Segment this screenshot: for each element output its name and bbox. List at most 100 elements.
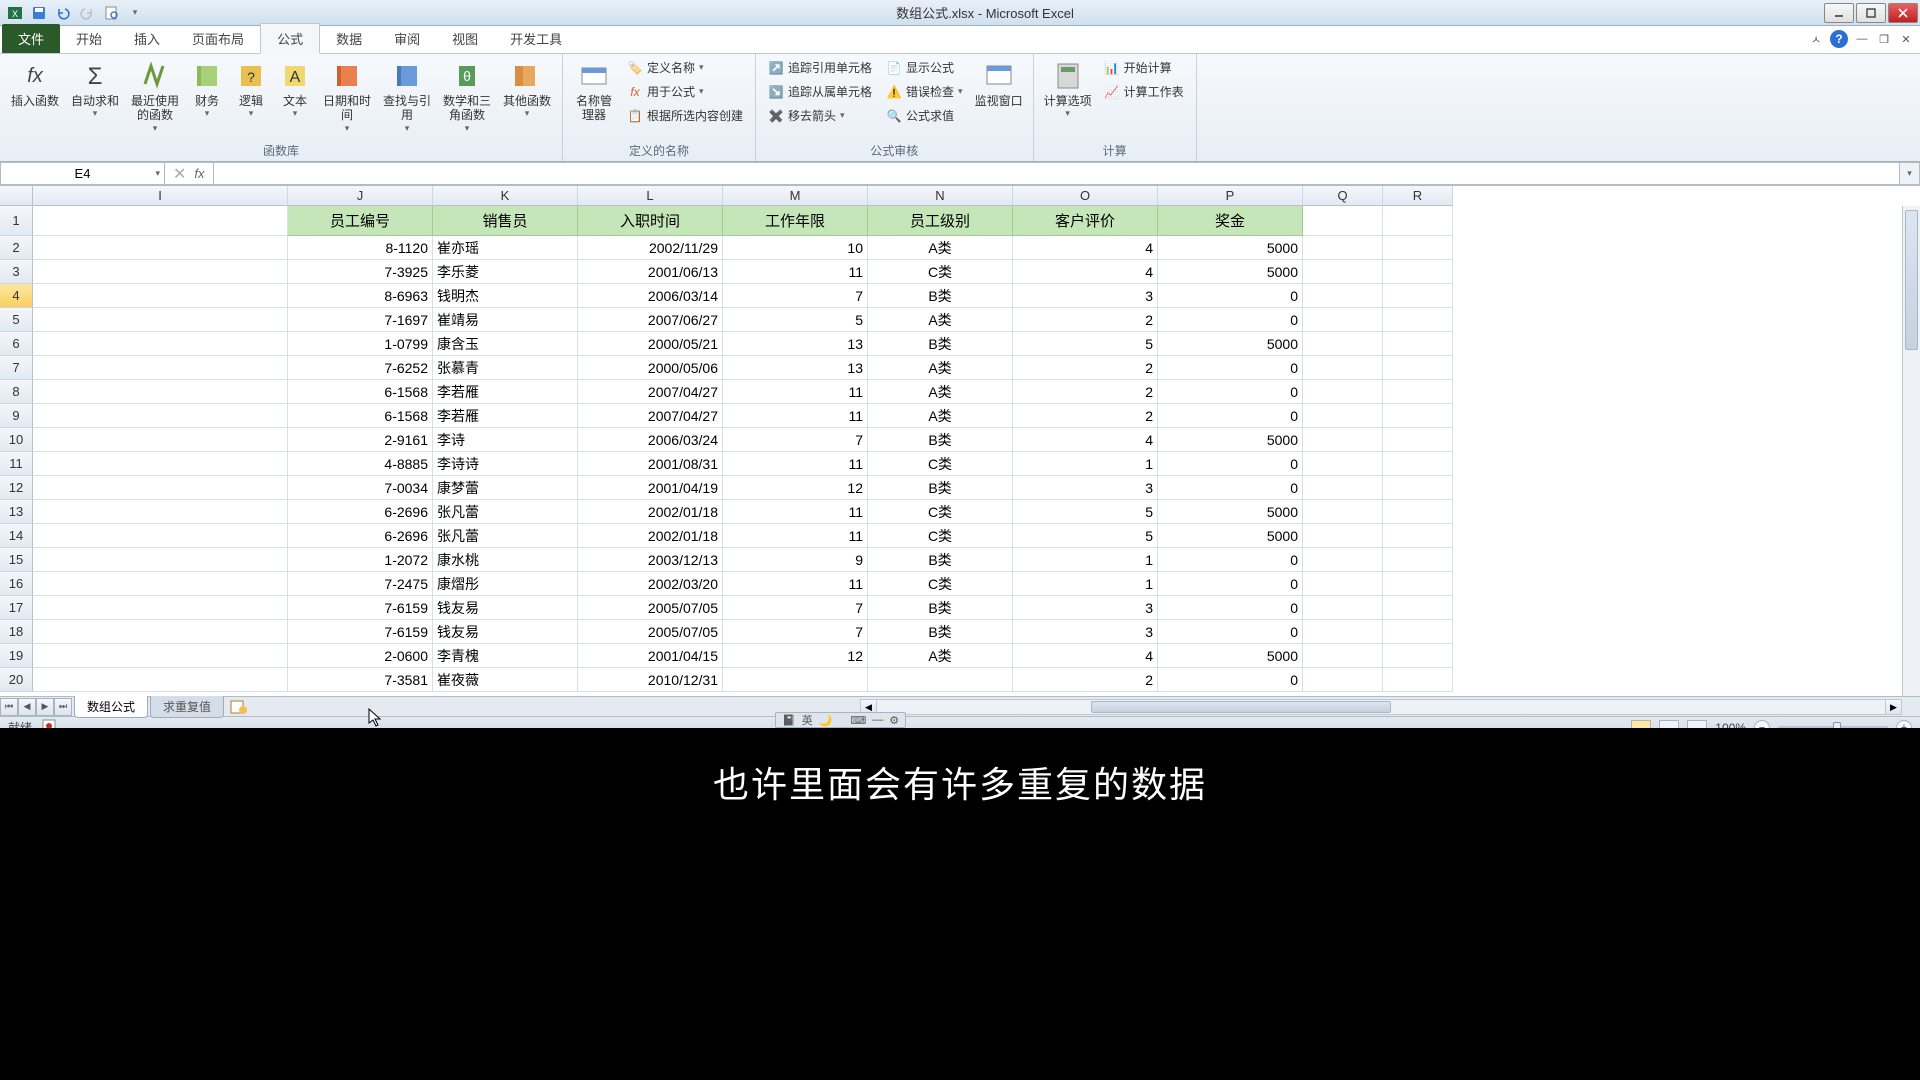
col-header[interactable]: O bbox=[1013, 186, 1158, 206]
cell[interactable]: 崔靖易 bbox=[433, 308, 578, 332]
cell[interactable]: 0 bbox=[1158, 596, 1303, 620]
cell[interactable] bbox=[1303, 548, 1383, 572]
sheet-nav-last-icon[interactable]: ⏭ bbox=[54, 698, 72, 716]
row-header[interactable]: 5 bbox=[0, 308, 33, 332]
cell[interactable]: 0 bbox=[1158, 452, 1303, 476]
watch-window-button[interactable]: 监视窗口 bbox=[971, 56, 1027, 112]
cell[interactable]: 6-1568 bbox=[288, 380, 433, 404]
row-header[interactable]: 2 bbox=[0, 236, 33, 260]
cell[interactable]: C类 bbox=[868, 500, 1013, 524]
cell[interactable]: 7-2475 bbox=[288, 572, 433, 596]
cell[interactable]: 2007/06/27 bbox=[578, 308, 723, 332]
cell[interactable]: B类 bbox=[868, 620, 1013, 644]
cell[interactable]: 0 bbox=[1158, 548, 1303, 572]
cell[interactable]: 2003/12/13 bbox=[578, 548, 723, 572]
cell[interactable] bbox=[1383, 332, 1453, 356]
cell[interactable]: C类 bbox=[868, 572, 1013, 596]
minimize-button[interactable] bbox=[1824, 3, 1854, 23]
cell[interactable]: B类 bbox=[868, 596, 1013, 620]
select-all-corner[interactable] bbox=[0, 186, 33, 206]
row-header[interactable]: 6 bbox=[0, 332, 33, 356]
cell[interactable]: 5000 bbox=[1158, 260, 1303, 284]
tab-file[interactable]: 文件 bbox=[2, 24, 60, 53]
cell[interactable]: A类 bbox=[868, 236, 1013, 260]
cell[interactable]: 李诗诗 bbox=[433, 452, 578, 476]
print-preview-icon[interactable] bbox=[100, 2, 122, 24]
cell[interactable]: 0 bbox=[1158, 668, 1303, 692]
cell[interactable]: 4-8885 bbox=[288, 452, 433, 476]
cell[interactable] bbox=[33, 500, 288, 524]
cell[interactable] bbox=[33, 236, 288, 260]
cell[interactable]: 钱明杰 bbox=[433, 284, 578, 308]
cell[interactable]: 张慕青 bbox=[433, 356, 578, 380]
calculate-now-button[interactable]: 📊开始计算 bbox=[1098, 56, 1190, 79]
cell[interactable] bbox=[33, 620, 288, 644]
cell[interactable]: 7-6252 bbox=[288, 356, 433, 380]
cell[interactable] bbox=[1303, 476, 1383, 500]
cell[interactable]: 2000/05/06 bbox=[578, 356, 723, 380]
table-header[interactable]: 销售员 bbox=[433, 206, 578, 236]
cell[interactable] bbox=[1383, 236, 1453, 260]
cell[interactable]: 9 bbox=[723, 548, 868, 572]
cell[interactable]: 13 bbox=[723, 356, 868, 380]
cell[interactable]: 0 bbox=[1158, 476, 1303, 500]
cell[interactable] bbox=[1383, 548, 1453, 572]
cell[interactable]: 7-1697 bbox=[288, 308, 433, 332]
trace-dependents-button[interactable]: ↘️追踪从属单元格 bbox=[762, 80, 878, 103]
cell[interactable]: A类 bbox=[868, 404, 1013, 428]
row-header[interactable]: 14 bbox=[0, 524, 33, 548]
cell[interactable]: 1 bbox=[1013, 548, 1158, 572]
cell[interactable] bbox=[1383, 404, 1453, 428]
recent-functions-button[interactable]: 最近使用的函数▾ bbox=[126, 56, 184, 138]
row-header[interactable]: 12 bbox=[0, 476, 33, 500]
cell[interactable] bbox=[33, 428, 288, 452]
cell[interactable] bbox=[33, 308, 288, 332]
cell[interactable] bbox=[33, 452, 288, 476]
table-header[interactable]: 员工级别 bbox=[868, 206, 1013, 236]
cell[interactable] bbox=[868, 668, 1013, 692]
row-header[interactable]: 8 bbox=[0, 380, 33, 404]
cell[interactable]: 崔夜薇 bbox=[433, 668, 578, 692]
sheet-nav-prev-icon[interactable]: ◀ bbox=[18, 698, 36, 716]
cell[interactable]: 2 bbox=[1013, 308, 1158, 332]
cell[interactable]: 11 bbox=[723, 572, 868, 596]
cell[interactable]: 2-9161 bbox=[288, 428, 433, 452]
table-header[interactable]: 客户评价 bbox=[1013, 206, 1158, 236]
cell[interactable]: 2 bbox=[1013, 380, 1158, 404]
maximize-button[interactable] bbox=[1856, 3, 1886, 23]
table-header[interactable]: 工作年限 bbox=[723, 206, 868, 236]
cell[interactable]: 2001/04/19 bbox=[578, 476, 723, 500]
cell[interactable]: 3 bbox=[1013, 596, 1158, 620]
cell[interactable] bbox=[1303, 380, 1383, 404]
row-header[interactable]: 7 bbox=[0, 356, 33, 380]
cell[interactable]: 0 bbox=[1158, 284, 1303, 308]
workbook-close-icon[interactable]: ✕ bbox=[1898, 31, 1914, 47]
cell[interactable]: 5000 bbox=[1158, 524, 1303, 548]
more-functions-button[interactable]: 其他函数▾ bbox=[498, 56, 556, 123]
scrollbar-thumb[interactable] bbox=[1091, 701, 1391, 713]
cell[interactable]: 12 bbox=[723, 644, 868, 668]
cell[interactable]: 11 bbox=[723, 452, 868, 476]
lookup-button[interactable]: 查找与引用▾ bbox=[378, 56, 436, 138]
logical-button[interactable]: ?逻辑▾ bbox=[230, 56, 272, 123]
name-manager-button[interactable]: 名称管理器 bbox=[569, 56, 619, 127]
hscroll-right-icon[interactable]: ▶ bbox=[1885, 700, 1901, 714]
table-header[interactable]: 入职时间 bbox=[578, 206, 723, 236]
cell[interactable] bbox=[1383, 500, 1453, 524]
cell[interactable] bbox=[1383, 620, 1453, 644]
tab-review[interactable]: 审阅 bbox=[378, 24, 436, 53]
cell[interactable]: 张凡蕾 bbox=[433, 500, 578, 524]
cell[interactable]: 1-0799 bbox=[288, 332, 433, 356]
vertical-scrollbar[interactable] bbox=[1902, 206, 1920, 696]
cell[interactable]: 2002/11/29 bbox=[578, 236, 723, 260]
cell[interactable]: 钱友易 bbox=[433, 596, 578, 620]
cell[interactable] bbox=[723, 668, 868, 692]
cell[interactable] bbox=[1303, 644, 1383, 668]
row-header[interactable]: 15 bbox=[0, 548, 33, 572]
cell[interactable]: 康熠彤 bbox=[433, 572, 578, 596]
cell[interactable] bbox=[1383, 380, 1453, 404]
cell[interactable]: 6-1568 bbox=[288, 404, 433, 428]
cell[interactable] bbox=[1303, 500, 1383, 524]
calculate-sheet-button[interactable]: 📈计算工作表 bbox=[1098, 80, 1190, 103]
cell[interactable]: 7-6159 bbox=[288, 596, 433, 620]
